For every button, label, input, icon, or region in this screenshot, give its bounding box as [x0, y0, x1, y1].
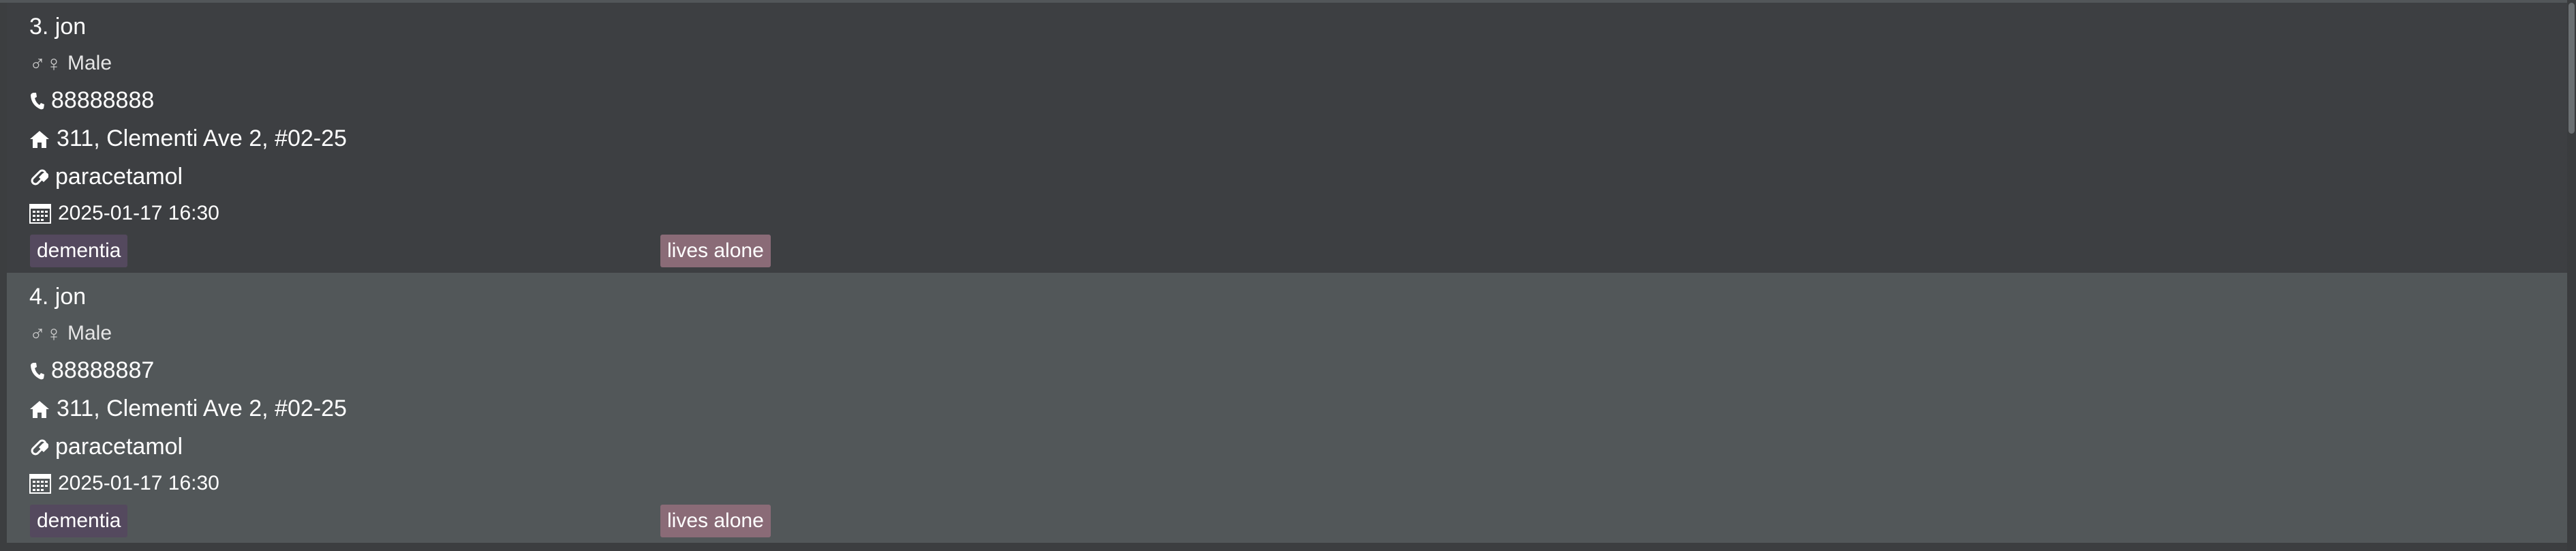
- appointment-row: 2025-01-17 16:30: [29, 202, 219, 225]
- phone-row: 88888887: [29, 357, 154, 384]
- tag-dementia: dementia: [30, 235, 128, 267]
- appointment-row: 2025-01-17 16:30: [29, 472, 219, 495]
- medication-text: paracetamol: [55, 164, 183, 190]
- person-card-selected[interactable]: 4. jon ♂♀ Male 88888887 311, Clementi Av…: [7, 273, 2567, 543]
- person-list[interactable]: 3. jon ♂♀ Male 88888888 311, Clementi Av…: [0, 0, 2576, 551]
- gender-icon: ♂♀: [29, 321, 62, 346]
- gender-row: ♂♀ Male: [29, 322, 112, 345]
- tag-dementia: dementia: [30, 505, 128, 537]
- gender-label: Male: [67, 322, 112, 344]
- person-index-name: 3. jon: [29, 14, 87, 40]
- person-card[interactable]: 3. jon ♂♀ Male 88888888 311, Clementi Av…: [7, 3, 2567, 273]
- phone-icon: [29, 361, 44, 381]
- person-index-name: 4. jon: [29, 284, 87, 310]
- calendar-icon: [29, 203, 51, 224]
- vertical-scrollbar[interactable]: [2567, 0, 2576, 551]
- person-name: 4. jon: [29, 284, 86, 310]
- calendar-icon: [29, 473, 51, 494]
- tag-lives-alone: lives alone: [660, 505, 771, 537]
- address-row: 311, Clementi Ave 2, #02-25: [29, 396, 347, 422]
- appointment-text: 2025-01-17 16:30: [58, 472, 219, 494]
- medication-row: paracetamol: [29, 434, 183, 460]
- phone-icon: [29, 91, 44, 110]
- tag-lives-alone: lives alone: [660, 235, 771, 267]
- gender-row: ♂♀ Male: [29, 52, 112, 75]
- address-text: 311, Clementi Ave 2, #02-25: [57, 396, 347, 421]
- phone-number: 88888888: [51, 87, 155, 113]
- phone-number: 88888887: [51, 357, 155, 383]
- medication-text: paracetamol: [55, 434, 183, 460]
- gender-icon: ♂♀: [29, 51, 62, 76]
- gender-label: Male: [67, 52, 112, 74]
- appointment-text: 2025-01-17 16:30: [58, 202, 219, 224]
- home-icon: [29, 400, 50, 419]
- home-icon: [29, 130, 50, 149]
- pill-icon: [29, 168, 48, 187]
- address-text: 311, Clementi Ave 2, #02-25: [57, 125, 347, 151]
- pill-icon: [29, 438, 48, 457]
- scrollbar-thumb[interactable]: [2569, 3, 2575, 134]
- medication-row: paracetamol: [29, 164, 183, 190]
- address-row: 311, Clementi Ave 2, #02-25: [29, 125, 347, 152]
- person-name: 3. jon: [29, 14, 86, 40]
- phone-row: 88888888: [29, 87, 154, 114]
